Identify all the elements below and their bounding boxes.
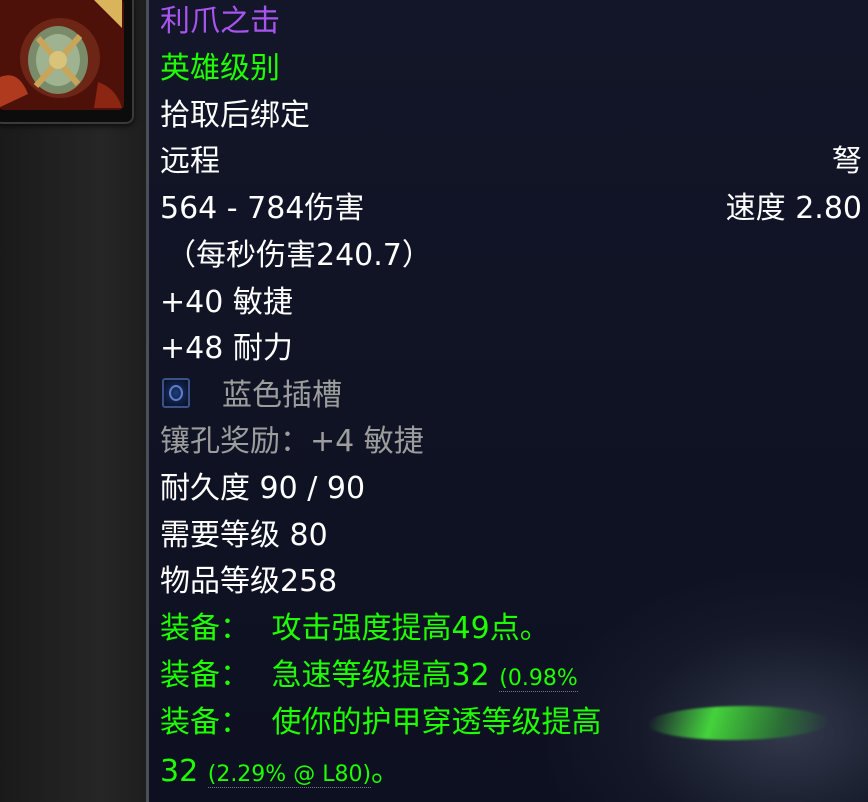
equip-text: 急速等级提高32 (271, 658, 490, 693)
blue-socket-icon (162, 378, 190, 408)
item-binding: 拾取后绑定 (160, 98, 310, 133)
socket-bonus: 镶孔奖励：+4 敏捷 (160, 424, 424, 459)
item-speed: 速度 2.80 (725, 191, 862, 226)
socket-label: 蓝色插槽 (222, 378, 342, 413)
claw-strike-icon[interactable] (0, 0, 124, 110)
equip-prefix: 装备： (160, 658, 250, 693)
item-quality: 英雄级别 (160, 51, 280, 86)
item-durability: 耐久度 90 / 90 (160, 471, 366, 506)
equip-value: 32 (160, 754, 199, 789)
stat-stamina: +48 耐力 (160, 331, 293, 366)
equip-detail: (0.98% (499, 666, 578, 692)
item-dps: （每秒伤害240.7） (166, 238, 432, 273)
equip-suffix: 。 (371, 754, 402, 789)
item-damage: 564 - 784伤害 (160, 191, 365, 226)
equip-effect-attack-power: 装备： 攻击强度提高49点。 (160, 609, 550, 649)
item-level: 物品等级258 (160, 564, 338, 599)
item-icon-frame[interactable] (0, 0, 134, 124)
equip-text: 攻击强度提高49点。 (271, 611, 550, 646)
equip-detail: (2.29% @ L80) (207, 762, 372, 788)
left-panel (0, 0, 146, 802)
equip-prefix: 装备： (160, 611, 250, 646)
item-type: 弩 (832, 144, 862, 179)
equip-effect-haste: 装备： 急速等级提高32 (0.98% (160, 656, 650, 699)
equip-text: 使你的护甲穿透等级提高 (271, 705, 602, 740)
item-name: 利爪之击 (160, 4, 280, 39)
stat-agility: +40 敏捷 (160, 285, 293, 320)
equip-effect-armor-penetration: 装备： 使你的护甲穿透等级提高 (160, 703, 650, 743)
required-level: 需要等级 80 (160, 518, 328, 553)
item-slot: 远程 (160, 144, 220, 179)
equip-effect-continuation: 32 (2.29% @ L80)。 (160, 752, 401, 795)
equip-prefix: 装备： (160, 705, 250, 740)
